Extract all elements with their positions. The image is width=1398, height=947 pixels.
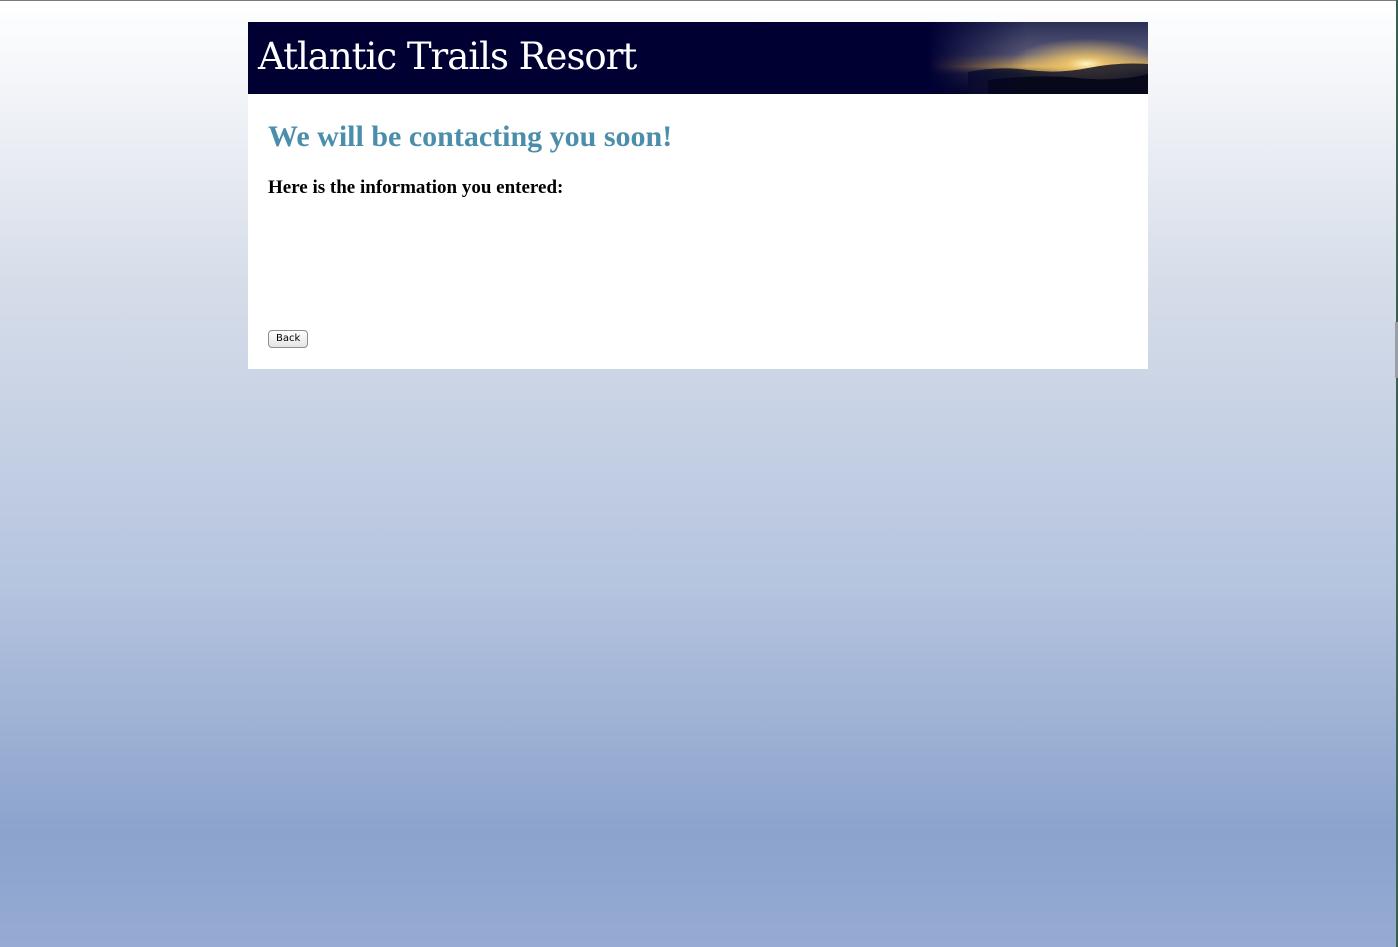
- site-header: Atlantic Trails Resort: [248, 22, 1148, 94]
- window-top-border: [0, 0, 1398, 1]
- entered-info-label: Here is the information you entered:: [268, 177, 564, 198]
- confirmation-heading: We will be contacting you soon!: [268, 120, 673, 153]
- page-container: Atlantic Trails Resort We will be contac…: [248, 22, 1148, 369]
- confirmation-panel: We will be contacting you soon! Here is …: [248, 94, 1148, 369]
- sunset-coast-image: [928, 22, 1148, 94]
- site-title: Atlantic Trails Resort: [258, 35, 637, 78]
- back-button[interactable]: Back: [268, 330, 309, 348]
